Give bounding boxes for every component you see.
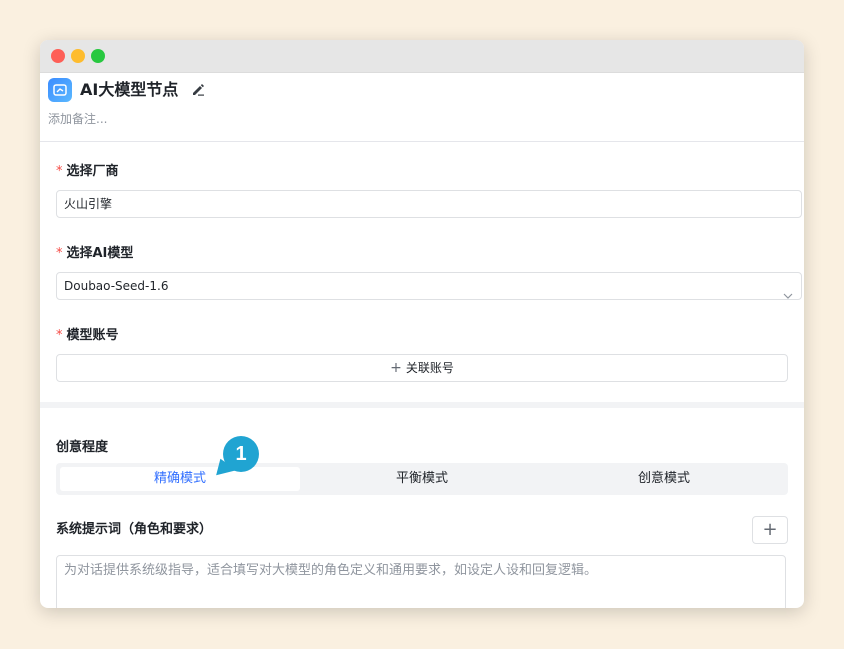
vendor-label-text: 选择厂商 (66, 164, 119, 179)
required-mark: * (56, 246, 63, 261)
creativity-option-precise[interactable]: 精确模式 (60, 467, 300, 491)
creativity-segmented-control: 精确模式 平衡模式 创意模式 (56, 463, 788, 495)
vendor-input[interactable]: 火山引擎 (56, 190, 802, 218)
account-label: * 模型账号 (56, 327, 119, 345)
ai-node-icon (48, 78, 72, 102)
section-divider (40, 402, 804, 408)
step-badge: 1 (223, 436, 259, 472)
system-prompt-textarea[interactable]: 为对话提供系统级指导，适合填写对大模型的角色定义和通用要求，如设定人设和回复逻辑… (56, 555, 786, 608)
plus-icon: + (390, 360, 402, 376)
edit-title-icon[interactable] (190, 81, 206, 97)
app-window: AI大模型节点 添加备注... * 选择厂商 火山引擎 * 选择AI模型 Douba… (40, 40, 804, 608)
model-select-value: Doubao-Seed-1.6 (64, 279, 169, 293)
model-label: * 选择AI模型 (56, 245, 133, 263)
link-account-button[interactable]: + 关联账号 (56, 354, 788, 382)
model-select[interactable]: Doubao-Seed-1.6 (56, 272, 802, 300)
node-header: AI大模型节点 添加备注... (40, 73, 804, 142)
required-mark: * (56, 328, 63, 343)
required-mark: * (56, 164, 63, 179)
close-window-button[interactable] (51, 49, 65, 63)
minimize-window-button[interactable] (71, 49, 85, 63)
link-account-label: 关联账号 (405, 361, 454, 375)
maximize-window-button[interactable] (91, 49, 105, 63)
creativity-label: 创意程度 (56, 440, 109, 455)
chevron-down-icon (783, 282, 793, 299)
node-title: AI大模型节点 (80, 80, 179, 99)
add-prompt-button[interactable]: + (752, 516, 788, 544)
creativity-option-creative[interactable]: 创意模式 (544, 467, 784, 491)
creativity-option-balanced[interactable]: 平衡模式 (302, 467, 542, 491)
window-titlebar (40, 40, 804, 73)
system-prompt-label: 系统提示词（角色和要求） (56, 522, 213, 537)
account-label-text: 模型账号 (66, 328, 119, 343)
remark-input[interactable]: 添加备注... (48, 111, 107, 127)
vendor-label: * 选择厂商 (56, 163, 119, 181)
model-label-text: 选择AI模型 (66, 246, 134, 261)
